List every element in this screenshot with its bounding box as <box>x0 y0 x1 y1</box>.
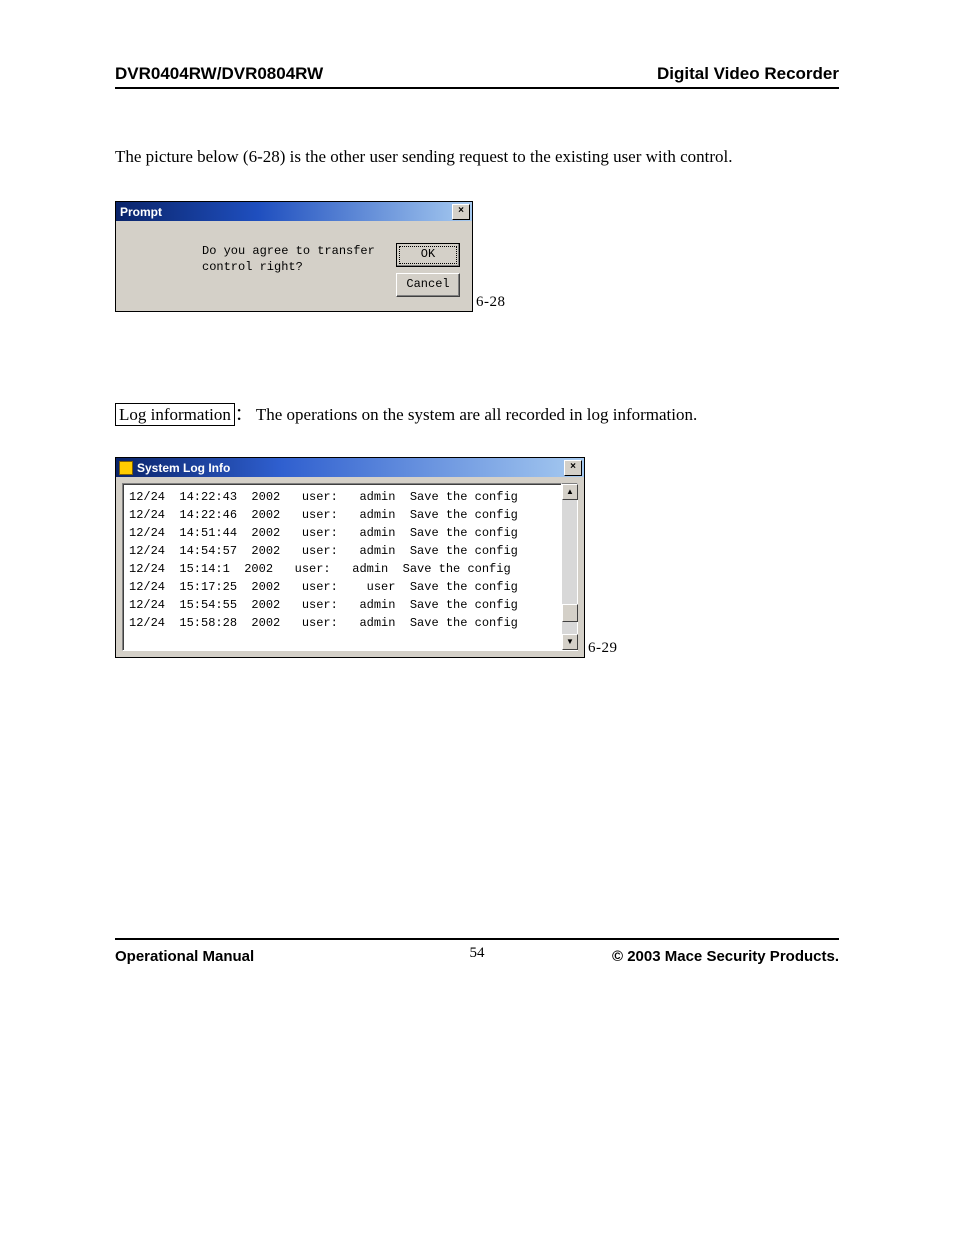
scrollbar[interactable]: ▲ ▼ <box>562 483 578 651</box>
system-log-window: System Log Info × 12/24 14:22:43 2002 us… <box>115 457 585 658</box>
document-page: DVR0404RW/DVR0804RW Digital Video Record… <box>0 0 954 1235</box>
log-title-left: System Log Info <box>119 461 230 475</box>
prompt-body: Do you agree to transfer control right? … <box>116 221 472 311</box>
figure-label-6-29: 6-29 <box>588 640 618 657</box>
log-title-bar: System Log Info × <box>116 458 584 477</box>
scroll-down-icon[interactable]: ▼ <box>562 634 578 650</box>
footer-left: Operational Manual <box>115 948 254 965</box>
log-line: 12/24 15:58:28 2002 user: admin Save the… <box>129 614 555 632</box>
figure-6-28-row: Prompt × Do you agree to transfer contro… <box>115 201 839 312</box>
page-footer: Operational Manual 54 © 2003 Mace Securi… <box>115 948 839 965</box>
log-line: 12/24 14:54:57 2002 user: admin Save the… <box>129 542 555 560</box>
app-icon <box>119 461 133 475</box>
header-left: DVR0404RW/DVR0804RW <box>115 64 323 84</box>
close-icon[interactable]: × <box>452 204 470 220</box>
prompt-buttons: OK Cancel <box>396 243 460 297</box>
cancel-button[interactable]: Cancel <box>396 273 460 297</box>
log-line: 12/24 14:22:46 2002 user: admin Save the… <box>129 506 555 524</box>
log-line: 12/24 14:51:44 2002 user: admin Save the… <box>129 524 555 542</box>
log-title-text: System Log Info <box>137 461 230 475</box>
scroll-thumb[interactable] <box>562 604 578 622</box>
figure-6-29-row: System Log Info × 12/24 14:22:43 2002 us… <box>115 457 839 658</box>
log-line: 12/24 15:14:1 2002 user: admin Save the … <box>129 560 555 578</box>
prompt-title-text: Prompt <box>120 205 162 219</box>
page-header: DVR0404RW/DVR0804RW Digital Video Record… <box>115 64 839 89</box>
intro-paragraph: The picture below (6-28) is the other us… <box>115 147 839 167</box>
ok-button[interactable]: OK <box>396 243 460 267</box>
log-body: 12/24 14:22:43 2002 user: admin Save the… <box>116 477 584 657</box>
footer-rule <box>115 938 839 940</box>
log-info-boxed-label: Log information <box>115 403 235 426</box>
footer-page-number: 54 <box>470 945 485 962</box>
scroll-up-icon[interactable]: ▲ <box>562 484 578 500</box>
footer-right: © 2003 Mace Security Products. <box>612 948 839 965</box>
log-line: 12/24 15:54:55 2002 user: admin Save the… <box>129 596 555 614</box>
log-info-rest: The operations on the system are all rec… <box>256 405 697 424</box>
prompt-title-bar: Prompt × <box>116 202 472 221</box>
prompt-window: Prompt × Do you agree to transfer contro… <box>115 201 473 312</box>
close-icon[interactable]: × <box>564 460 582 476</box>
log-info-paragraph: Log information： The operations on the s… <box>115 400 839 425</box>
log-line: 12/24 14:22:43 2002 user: admin Save the… <box>129 488 555 506</box>
log-info-sep: ： <box>235 405 252 424</box>
header-right: Digital Video Recorder <box>657 64 839 84</box>
figure-label-6-28: 6-28 <box>476 294 506 311</box>
prompt-message: Do you agree to transfer control right? <box>124 243 396 275</box>
log-list: 12/24 14:22:43 2002 user: admin Save the… <box>122 483 562 651</box>
log-line: 12/24 15:17:25 2002 user: user Save the … <box>129 578 555 596</box>
